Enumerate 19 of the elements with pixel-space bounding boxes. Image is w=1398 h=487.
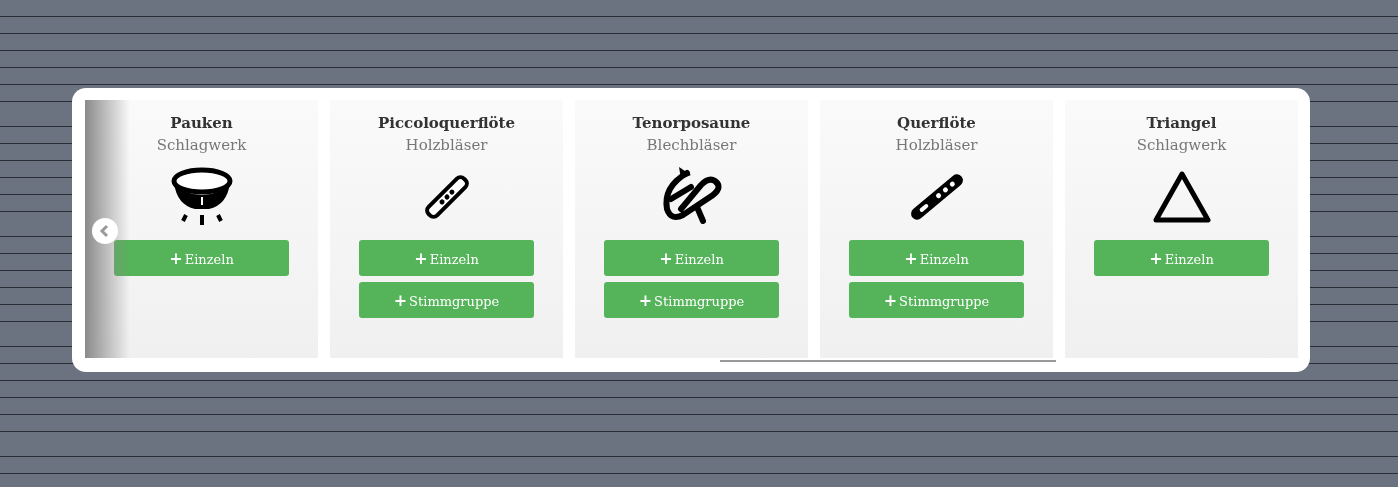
add-button[interactable]: +Einzeln [114, 240, 289, 276]
instrument-name: Tenorposaune [632, 114, 751, 132]
instrument-group: Holzbläser [895, 136, 978, 154]
instrument-name: Triangel [1146, 114, 1217, 132]
instrument-group: Schlagwerk [156, 136, 247, 154]
add-button[interactable]: +Einzeln [849, 240, 1024, 276]
add-button[interactable]: +Stimmgruppe [359, 282, 534, 318]
add-button[interactable]: +Einzeln [604, 240, 779, 276]
instrument-group: Holzbläser [405, 136, 488, 154]
add-button[interactable]: +Einzeln [1094, 240, 1269, 276]
instrument-name: Piccoloquerflöte [377, 114, 516, 132]
instrument-name: Querflöte [897, 114, 976, 132]
instrument-name: Pauken [170, 114, 233, 132]
add-button[interactable]: +Stimmgruppe [849, 282, 1024, 318]
add-button[interactable]: +Einzeln [359, 240, 534, 276]
add-button[interactable]: +Stimmgruppe [604, 282, 779, 318]
instrument-group: Blechbläser [646, 136, 737, 154]
instrument-group: Schlagwerk [1136, 136, 1227, 154]
scrollbar[interactable] [720, 360, 1056, 362]
